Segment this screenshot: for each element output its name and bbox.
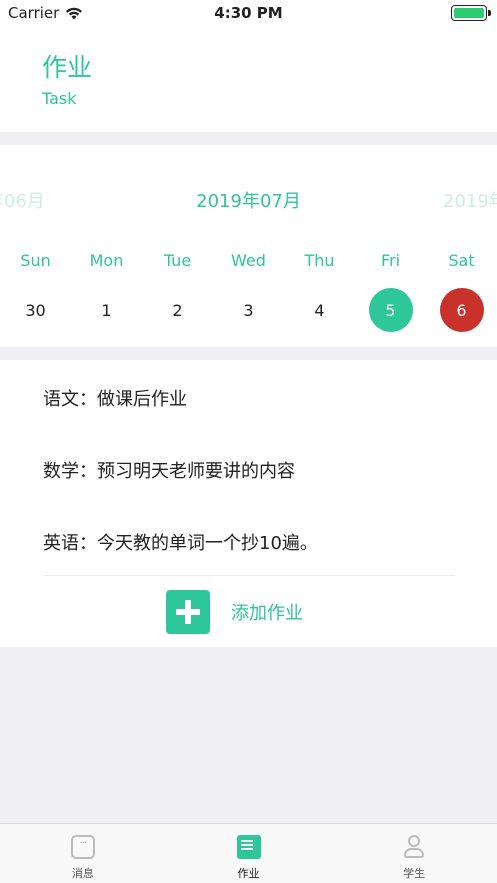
day-row: 30 1 2 3 4 5 6 [0,288,497,332]
day-number-selected: 6 [439,288,484,332]
tab-label: 消息 [71,867,94,880]
day-number-today: 5 [368,288,413,332]
student-icon [402,835,426,859]
status-bar: Carrier 4:30 PM [0,0,497,26]
battery-icon [451,5,491,21]
weekday-header: Sun Mon Tue Wed Thu Fri Sat [0,251,497,270]
weekday-sun: Sun [20,251,51,270]
weekday-tue: Tue [163,251,192,270]
page-subtitle: Task [42,89,77,108]
divider [43,575,455,576]
day-number: 2 [172,300,183,320]
weekday-fri: Fri [380,251,401,270]
day-number: 3 [243,300,254,320]
message-icon [70,835,95,859]
day-cell[interactable]: 3 [213,288,284,332]
day-cell[interactable]: 30 [0,288,71,332]
current-month-label: 2019年07月 [196,191,301,212]
weekday-thu: Thu [304,251,335,270]
day-cell-today[interactable]: 5 [355,288,426,332]
day-number: 4 [314,300,325,320]
task-list: 语文：做课后作业 数学：预习明天老师要讲的内容 英语：今天教的单词一个抄10遍。… [0,360,497,647]
page-title: 作业 [42,53,93,82]
day-cell[interactable]: 4 [284,288,355,332]
tab-messages[interactable]: 消息 [0,824,166,883]
calendar: 年06月 2019年07月 2019年 Sun Mon Tue Wed Thu … [0,145,497,347]
add-homework-label: 添加作业 [231,603,303,624]
day-cell[interactable]: 1 [71,288,142,332]
tab-bar: 消息 作业 学生 [0,823,497,883]
day-number: 30 [25,300,46,320]
day-cell-selected[interactable]: 6 [426,288,497,332]
task-item-math[interactable]: 数学：预习明天老师要讲的内容 [43,457,295,483]
weekday-sat: Sat [448,251,475,270]
day-number: 1 [101,300,112,320]
homework-icon [236,835,261,859]
tab-label: 作业 [237,867,260,880]
tab-label: 学生 [403,867,426,880]
day-cell[interactable]: 2 [142,288,213,332]
page-header: 作业 Task [0,26,497,132]
add-homework-button[interactable]: 添加作业 [166,590,303,634]
plus-icon [166,590,210,634]
task-item-chinese[interactable]: 语文：做课后作业 [43,385,187,411]
weekday-wed: Wed [231,251,266,270]
next-month-button[interactable]: 2019年 [443,187,497,213]
weekday-mon: Mon [89,251,124,270]
status-time: 4:30 PM [214,4,283,22]
task-item-english[interactable]: 英语：今天教的单词一个抄10遍。 [43,529,318,555]
tab-students[interactable]: 学生 [331,824,497,883]
tab-homework[interactable]: 作业 [166,824,332,883]
